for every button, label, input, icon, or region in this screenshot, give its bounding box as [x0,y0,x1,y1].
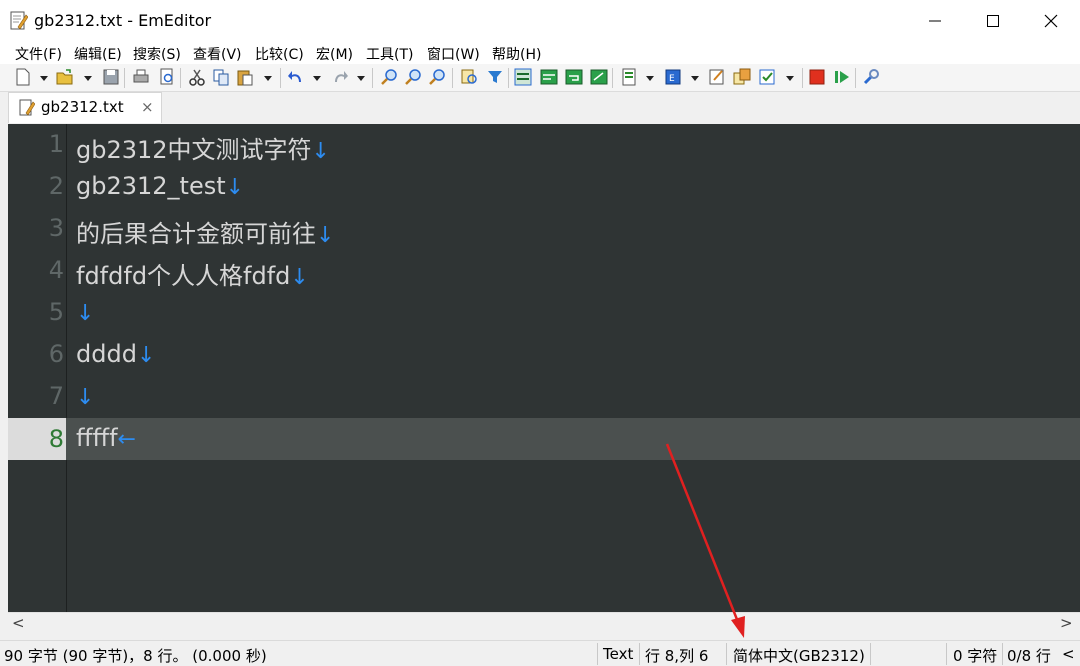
annotation-arrow-line [665,443,740,623]
annotation-arrow-layer [665,443,745,638]
editor-window: gb2312.txt - EmEditor 文件(F) 编辑(E) 搜索(S) … [0,0,1080,666]
annotation-arrow-head [731,616,745,638]
